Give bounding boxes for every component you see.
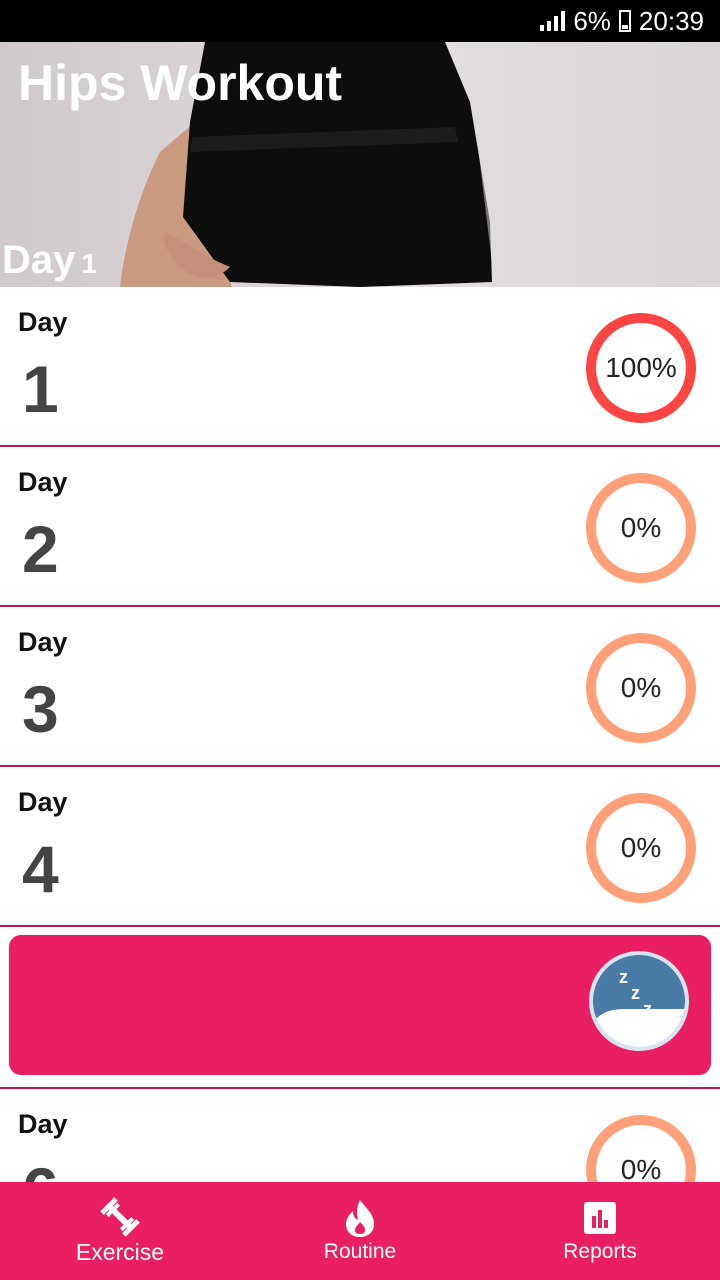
battery-percent: 6% bbox=[573, 5, 611, 36]
day-number: 4 bbox=[22, 832, 59, 906]
clock: 20:39 bbox=[638, 5, 704, 36]
page-title: Hips Workout bbox=[18, 55, 343, 111]
nav-reports[interactable]: Reports bbox=[480, 1182, 720, 1280]
day-row-3[interactable]: Day 3 0% bbox=[0, 607, 720, 767]
progress-ring: 100% bbox=[586, 313, 696, 423]
nav-label: Routine bbox=[323, 1240, 397, 1263]
day-label: Day bbox=[18, 627, 68, 657]
day-number: 1 bbox=[22, 352, 59, 426]
progress-ring: 0% bbox=[586, 633, 696, 743]
current-day-number: 1 bbox=[81, 248, 97, 279]
day-row-1[interactable]: Day 1 100% bbox=[0, 287, 720, 447]
nav-routine[interactable]: Routine bbox=[240, 1182, 480, 1280]
progress-ring: 0% bbox=[586, 793, 696, 903]
day-label: Day bbox=[18, 307, 68, 337]
rest-day-card[interactable]: z z z bbox=[9, 935, 711, 1075]
day-number: 2 bbox=[22, 512, 59, 586]
progress-ring: 0% bbox=[586, 473, 696, 583]
day-label: Day bbox=[18, 1109, 68, 1139]
current-day-indicator: Day 1 bbox=[2, 238, 97, 283]
day-label: Day bbox=[18, 787, 68, 817]
rest-day-row: z z z bbox=[0, 927, 720, 1089]
nav-label: Exercise bbox=[75, 1238, 165, 1265]
day-list: Day 1 100% Day 2 0% Day 3 0% Day 4 0% z … bbox=[0, 287, 720, 1249]
current-day-word: Day bbox=[2, 238, 76, 282]
dumbbell-icon bbox=[100, 1196, 140, 1237]
bottom-nav: Exercise Routine Reports bbox=[0, 1182, 720, 1280]
sleep-icon: z z z bbox=[589, 951, 689, 1051]
battery-icon bbox=[618, 10, 631, 32]
status-bar: 6% 20:39 bbox=[0, 0, 720, 42]
flame-icon bbox=[342, 1198, 378, 1238]
nav-label: Reports bbox=[563, 1240, 637, 1263]
day-label: Day bbox=[18, 467, 68, 497]
nav-exercise[interactable]: Exercise bbox=[0, 1182, 240, 1280]
hero-banner: Hips Workout Day 1 bbox=[0, 42, 720, 287]
signal-icon bbox=[540, 11, 566, 31]
bar-chart-icon bbox=[582, 1198, 618, 1238]
day-row-2[interactable]: Day 2 0% bbox=[0, 447, 720, 607]
status-indicators: 6% 20:39 bbox=[540, 0, 704, 42]
day-row-4[interactable]: Day 4 0% bbox=[0, 767, 720, 927]
day-number: 3 bbox=[22, 672, 59, 746]
